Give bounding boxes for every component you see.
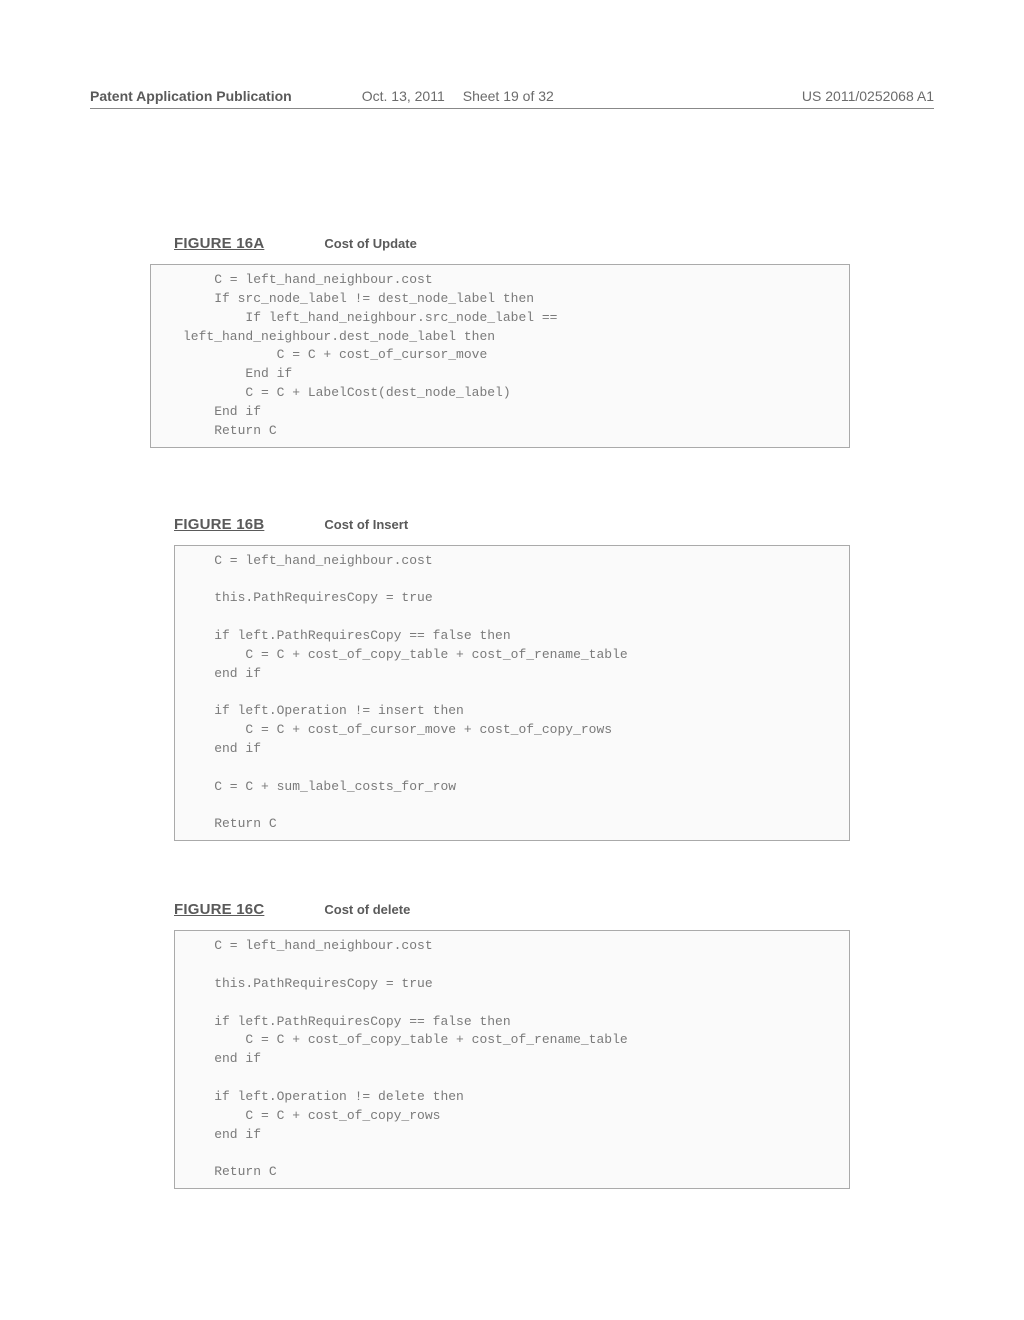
sheet-number: Sheet 19 of 32 [463,88,554,104]
figure-caption: Cost of Insert [324,517,408,532]
figure-caption: Cost of delete [324,902,410,917]
publication-number: US 2011/0252068 A1 [802,88,934,104]
figure-header: FIGURE 16A Cost of Update [174,235,850,252]
publication-type: Patent Application Publication [90,88,292,104]
figure-label: FIGURE 16C [174,901,264,918]
figure-header: FIGURE 16B Cost of Insert [174,516,850,533]
figure-caption: Cost of Update [324,236,416,251]
page-content: FIGURE 16A Cost of Update C = left_hand_… [174,235,850,1189]
code-box-16b: C = left_hand_neighbour.cost this.PathRe… [174,545,850,842]
code-box-16c: C = left_hand_neighbour.cost this.PathRe… [174,930,850,1189]
code-box-16a: C = left_hand_neighbour.cost If src_node… [150,264,850,448]
header-rule [90,108,934,109]
figure-label: FIGURE 16B [174,516,264,533]
figure-label: FIGURE 16A [174,235,264,252]
publication-date: Oct. 13, 2011 [362,88,445,104]
figure-header: FIGURE 16C Cost of delete [174,901,850,918]
page-header: Patent Application Publication Oct. 13, … [90,88,934,104]
